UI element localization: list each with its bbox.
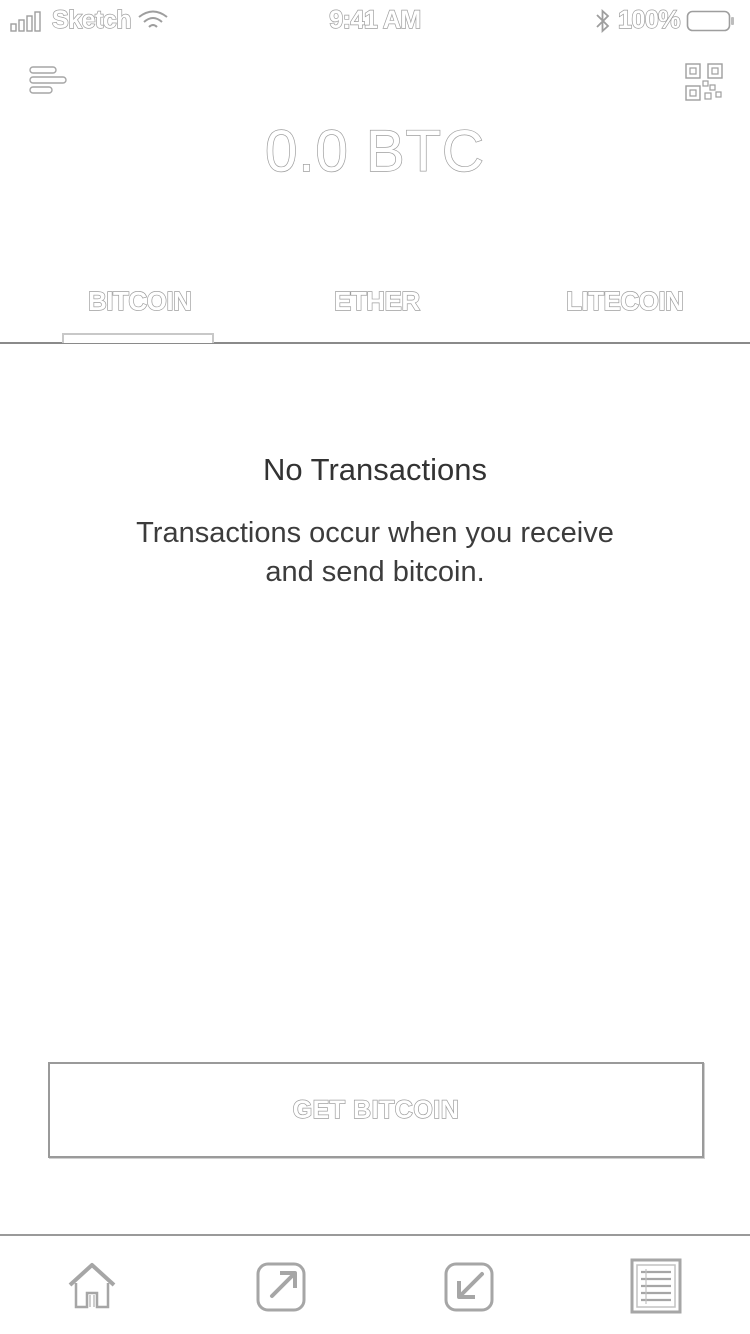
empty-state-line-2: and send bitcoin. bbox=[265, 556, 485, 588]
empty-state-title: No Transactions bbox=[263, 452, 487, 487]
tab-ether[interactable]: ETHER bbox=[333, 285, 421, 317]
tabbar-receive[interactable] bbox=[440, 1256, 500, 1316]
tabbar-transactions[interactable] bbox=[626, 1256, 686, 1316]
battery-icon bbox=[686, 9, 736, 33]
status-bar: Sketch 9:41 AM 100% bbox=[0, 0, 750, 40]
receive-icon bbox=[442, 1258, 498, 1314]
empty-state-line-1: Transactions occur when you receive bbox=[136, 517, 614, 549]
qr-code-icon bbox=[685, 63, 723, 101]
get-bitcoin-label: GET BITCOIN bbox=[292, 1095, 460, 1124]
qr-code-button[interactable] bbox=[682, 60, 726, 104]
get-bitcoin-button[interactable]: GET BITCOIN bbox=[48, 1062, 704, 1158]
home-icon bbox=[65, 1259, 119, 1313]
balance-amount: 0.0 BTC bbox=[264, 118, 485, 184]
status-right: 100% bbox=[594, 5, 736, 35]
transactions-icon bbox=[628, 1257, 684, 1315]
menu-button[interactable] bbox=[26, 58, 70, 102]
battery-percent: 100% bbox=[617, 5, 681, 34]
bottom-tab-bar bbox=[0, 1234, 750, 1334]
send-icon bbox=[254, 1258, 310, 1314]
tab-bitcoin[interactable]: BITCOIN bbox=[87, 285, 192, 317]
status-time: 9:41 AM bbox=[329, 5, 422, 34]
tab-litecoin[interactable]: LITECOIN bbox=[565, 285, 684, 317]
menu-icon bbox=[28, 63, 68, 97]
tab-selected-indicator bbox=[62, 333, 214, 343]
empty-state-description: Transactions occur when you receive and … bbox=[100, 514, 650, 592]
tabbar-home[interactable] bbox=[62, 1256, 122, 1316]
bluetooth-icon bbox=[594, 8, 612, 34]
tabbar-send[interactable] bbox=[252, 1256, 312, 1316]
currency-tabs: BITCOIN ETHER LITECOIN bbox=[0, 280, 750, 344]
